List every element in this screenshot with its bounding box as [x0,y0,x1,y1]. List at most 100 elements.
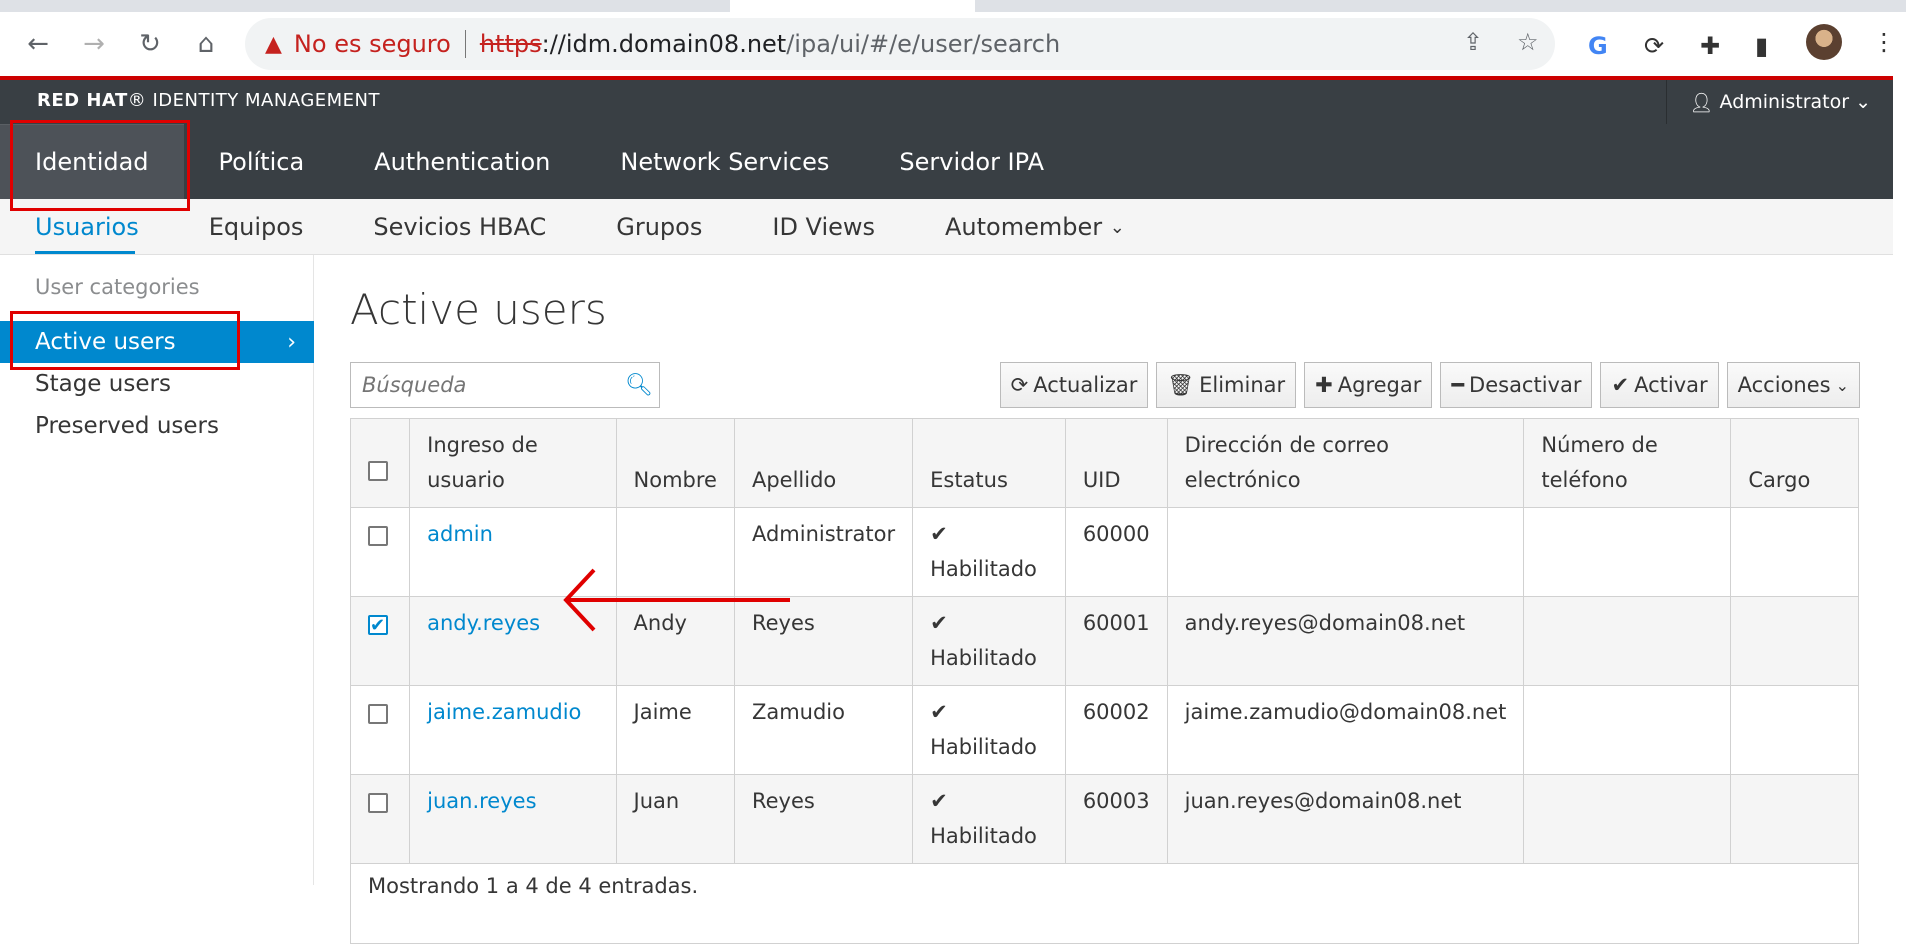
search-box: 🔍︎ [350,362,660,408]
cell-title [1730,774,1859,864]
table-footer: Mostrando 1 a 4 de 4 entradas. [350,863,1859,944]
nav-network-services[interactable]: Network Services [585,124,864,199]
home-icon[interactable]: ⌂ [186,24,226,64]
cell-phone [1523,685,1732,775]
col-status[interactable]: Estatus [912,418,1066,508]
row-checkbox[interactable] [368,704,388,724]
users-table: Ingreso de usuario Nombre Apellido Estat… [349,418,1859,944]
trash-icon: 🗑︎ [1167,372,1195,397]
search-input[interactable] [351,363,619,407]
col-phone[interactable]: Número de teléfono [1523,418,1732,508]
sync-extension-icon[interactable]: ⟳ [1644,32,1664,60]
row-checkbox[interactable] [368,526,388,546]
back-icon[interactable]: ← [18,24,58,64]
main-nav: Identidad Política Authentication Networ… [0,124,1893,199]
col-uid[interactable]: UID [1064,418,1168,508]
chevron-down-icon: ⌄ [1835,375,1849,395]
action-toolbar: ⟳ Actualizar 🗑︎ Eliminar ✚ Agregar ━ Desacti… [999,362,1860,408]
cell-phone [1523,774,1732,864]
forward-icon[interactable]: → [74,24,114,64]
subnav-equipos[interactable]: Equipos [174,199,339,255]
warning-icon: ▲ [265,31,282,57]
chevron-down-icon: ⌄ [1855,91,1871,113]
col-first-name[interactable]: Nombre [615,418,735,508]
delete-button[interactable]: 🗑︎ Eliminar [1156,362,1297,408]
chevron-down-icon: ⌄ [1109,216,1125,238]
translate-icon[interactable]: G [1588,32,1608,60]
enable-button[interactable]: ✔ Activar [1600,362,1719,408]
subnav-grupos[interactable]: Grupos [581,199,737,255]
share-icon[interactable]: ⇪ [1463,28,1483,56]
cell-phone [1523,596,1732,686]
table-row: jaime.zamudio Jaime Zamudio ✔ Habilitado … [349,685,1859,775]
minus-icon: ━ [1451,373,1465,397]
address-bar[interactable]: ▲ No es seguro https://idm.domain08.net /… [245,18,1555,70]
user-name: Administrator [1719,91,1850,113]
col-email[interactable]: Dirección de correo electrónico [1166,418,1525,508]
cell-title [1730,685,1859,775]
cell-first: Juan [615,774,735,864]
user-link[interactable]: jaime.zamudio [427,700,581,724]
cell-uid: 60002 [1064,685,1168,775]
check-icon: ✔ [930,522,948,546]
refresh-button[interactable]: ⟳ Actualizar [999,362,1149,408]
annotation-box-active-users [10,311,240,370]
row-checkbox[interactable] [368,793,388,813]
nav-servidor-ipa[interactable]: Servidor IPA [864,124,1079,199]
reload-icon[interactable]: ↻ [130,24,170,64]
active-tab[interactable] [730,0,975,12]
main-content: Active users 🔍︎ ⟳Actualizar 🗑︎Eliminar ✚… [314,255,1893,944]
browser-menu-icon[interactable]: ⋮ [1872,28,1896,56]
url-scheme: https [479,30,542,58]
subnav-servicios-hbac[interactable]: Sevicios HBAC [338,199,581,255]
not-secure-label[interactable]: No es seguro [294,30,451,58]
actions-dropdown[interactable]: Acciones ⌄ [1726,362,1860,408]
omnibox-separator [464,30,466,58]
side-panel-icon[interactable]: ▮ [1755,32,1768,60]
cell-last: Reyes [733,774,914,864]
sidebar-heading: User categories [35,275,200,299]
col-title[interactable]: Cargo [1730,418,1859,508]
sub-nav: Usuarios Equipos Sevicios HBAC Grupos ID… [0,199,1893,255]
search-icon[interactable]: 🔍︎ [619,373,659,398]
user-link[interactable]: andy.reyes [427,611,540,635]
cell-status: Habilitado [930,735,1037,759]
annotation-arrow-icon [563,568,790,632]
profile-avatar[interactable] [1806,24,1842,60]
check-icon: ✔ [930,611,948,635]
select-all-checkbox[interactable] [368,461,388,481]
page-title: Active users [350,285,607,334]
table-row: juan.reyes Juan Reyes ✔ Habilitado 60003 … [349,774,1859,864]
extensions-puzzle-icon[interactable]: ✚ [1700,32,1720,60]
col-last-name[interactable]: Apellido [733,418,914,508]
disable-button[interactable]: ━ Desactivar [1440,362,1593,408]
active-subnav-underline [35,251,135,254]
tab-strip [0,0,1906,12]
check-icon: ✔ [930,700,948,724]
bookmark-star-icon[interactable]: ☆ [1517,28,1539,56]
subnav-id-views[interactable]: ID Views [737,199,910,255]
sidebar-item-preserved-users[interactable]: Preserved users [0,405,314,447]
user-menu[interactable]: 👤︎ Administrator ⌄ [1666,80,1893,124]
user-icon: 👤︎ [1689,91,1714,114]
automember-label: Automember [945,213,1103,241]
cell-last: Zamudio [733,685,914,775]
cell-title [1730,596,1859,686]
brand-logo: RED HAT® IDENTITY MANAGEMENT [37,90,380,111]
cell-email [1166,507,1525,597]
plus-icon: ✚ [1315,373,1333,397]
user-link[interactable]: juan.reyes [427,789,536,813]
cell-email: juan.reyes@domain08.net [1166,774,1525,864]
user-link[interactable]: admin [427,522,493,546]
add-button[interactable]: ✚ Agregar [1304,362,1433,408]
browser-toolbar: ← → ↻ ⌂ ▲ No es seguro https://idm.domai… [0,12,1906,76]
cell-email: jaime.zamudio@domain08.net [1166,685,1525,775]
nav-politica[interactable]: Política [184,124,340,199]
cell-uid: 60003 [1064,774,1168,864]
cell-email: andy.reyes@domain08.net [1166,596,1525,686]
row-checkbox[interactable] [368,608,388,643]
cell-status: Habilitado [930,557,1037,581]
col-login[interactable]: Ingreso de usuario [409,418,617,508]
nav-authentication[interactable]: Authentication [339,124,585,199]
subnav-automember[interactable]: Automember ⌄ [910,199,1160,255]
